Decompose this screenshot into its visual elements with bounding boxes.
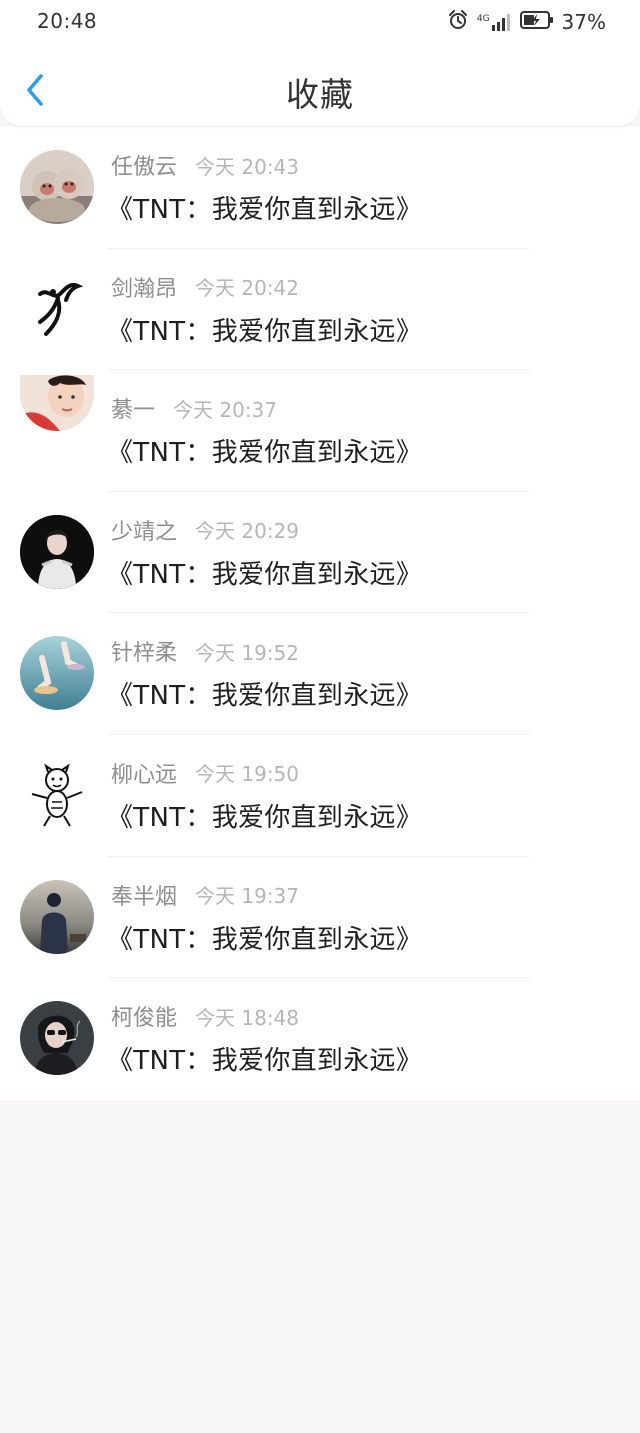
user-name: 柯俊能 (111, 1006, 178, 1032)
user-name: 少靖之 (111, 519, 178, 545)
timestamp: 今天 20:29 (195, 519, 300, 544)
list-item[interactable]: 任傲云 今天 20:43 《TNT：我爱你直到永远》 (0, 127, 640, 249)
user-name: 针梓柔 (111, 641, 178, 667)
user-name: 任傲云 (111, 155, 178, 180)
timestamp: 今天 20:37 (173, 397, 278, 422)
list-item[interactable]: 綦一 今天 20:37 《TNT：我爱你直到永远》 (0, 370, 640, 492)
list-item[interactable]: 柳心远 今天 19:50 《TNT：我爱你直到永远》 (0, 735, 640, 857)
status-time: 20:48 (37, 9, 98, 33)
timestamp: 今天 19:37 (195, 884, 300, 909)
timestamp: 今天 19:50 (195, 762, 300, 787)
avatar (20, 636, 94, 711)
avatar-figure-dark-bg-image (20, 514, 94, 589)
timestamp: 今天 18:48 (195, 1005, 300, 1030)
app-header: 20:48 4G 37% 收藏 (0, 0, 640, 126)
avatar (20, 514, 94, 589)
timestamp: 今天 20:43 (195, 154, 300, 179)
message-text: 《TNT：我爱你直到永远》 (107, 924, 423, 955)
timestamp: 今天 20:42 (195, 276, 300, 301)
list-item[interactable]: 剑瀚昂 今天 20:42 《TNT：我爱你直到永远》 (0, 249, 640, 371)
battery-icon (519, 10, 554, 34)
avatar (20, 375, 94, 432)
avatar (20, 271, 94, 346)
list-item[interactable]: 少靖之 今天 20:29 《TNT：我爱你直到永远》 (0, 492, 640, 614)
network-label: 4G (476, 14, 490, 24)
list-item[interactable]: 柯俊能 今天 18:48 《TNT：我爱你直到永远》 (0, 978, 640, 1100)
item-meta: 柯俊能 今天 18:48 (111, 1002, 300, 1032)
favorites-list: 任傲云 今天 20:43 《TNT：我爱你直到永远》 剑瀚昂 今天 20:42 … (0, 127, 640, 1100)
avatar-two-monkeys-image (20, 150, 94, 224)
avatar (20, 879, 94, 954)
avatar-ink-dancer-image (20, 271, 94, 346)
avatar-man-back-view-image (20, 879, 94, 954)
user-name: 綦一 (111, 398, 156, 424)
item-meta: 綦一 今天 20:37 (111, 394, 278, 424)
battery-percent: 37% (561, 10, 606, 34)
list-item[interactable]: 针梓柔 今天 19:52 《TNT：我爱你直到永远》 (0, 613, 640, 735)
message-text: 《TNT：我爱你直到永远》 (107, 1046, 423, 1077)
user-name: 剑瀚昂 (111, 276, 178, 302)
message-text: 《TNT：我爱你直到永远》 (107, 559, 423, 590)
user-name: 奉半烟 (111, 884, 178, 910)
message-text: 《TNT：我爱你直到永远》 (107, 438, 423, 469)
status-bar: 20:48 4G 37% (0, 0, 640, 44)
item-meta: 少靖之 今天 20:29 (111, 516, 300, 545)
item-meta: 针梓柔 今天 19:52 (111, 637, 300, 667)
timestamp: 今天 19:52 (195, 640, 300, 665)
status-icons: 4G 37% (447, 9, 606, 35)
message-text: 《TNT：我爱你直到永远》 (107, 681, 423, 712)
item-meta: 柳心远 今天 19:50 (111, 759, 300, 788)
item-meta: 任傲云 今天 20:43 (111, 151, 300, 181)
list-item[interactable]: 奉半烟 今天 19:37 《TNT：我爱你直到永远》 (0, 857, 640, 979)
title-bar: 收藏 (0, 60, 640, 124)
item-meta: 剑瀚昂 今天 20:42 (111, 273, 300, 302)
alarm-icon (447, 9, 469, 35)
avatar (20, 757, 94, 832)
message-text: 《TNT：我爱你直到永远》 (107, 316, 423, 347)
item-meta: 奉半烟 今天 19:37 (111, 881, 300, 910)
avatar-sandal-feet-image (20, 636, 94, 711)
signal-icon: 4G (477, 13, 512, 31)
avatar (20, 1001, 94, 1076)
message-text: 《TNT：我爱你直到永远》 (107, 802, 423, 833)
avatar (20, 150, 94, 224)
avatar-boy-portrait-image (20, 375, 94, 432)
user-name: 柳心远 (111, 762, 178, 788)
message-text: 《TNT：我爱你直到永远》 (107, 195, 423, 225)
page-title: 收藏 (286, 75, 354, 114)
avatar-woman-smoking-image (20, 1001, 94, 1076)
avatar-tiger-sketch-image (20, 757, 94, 832)
